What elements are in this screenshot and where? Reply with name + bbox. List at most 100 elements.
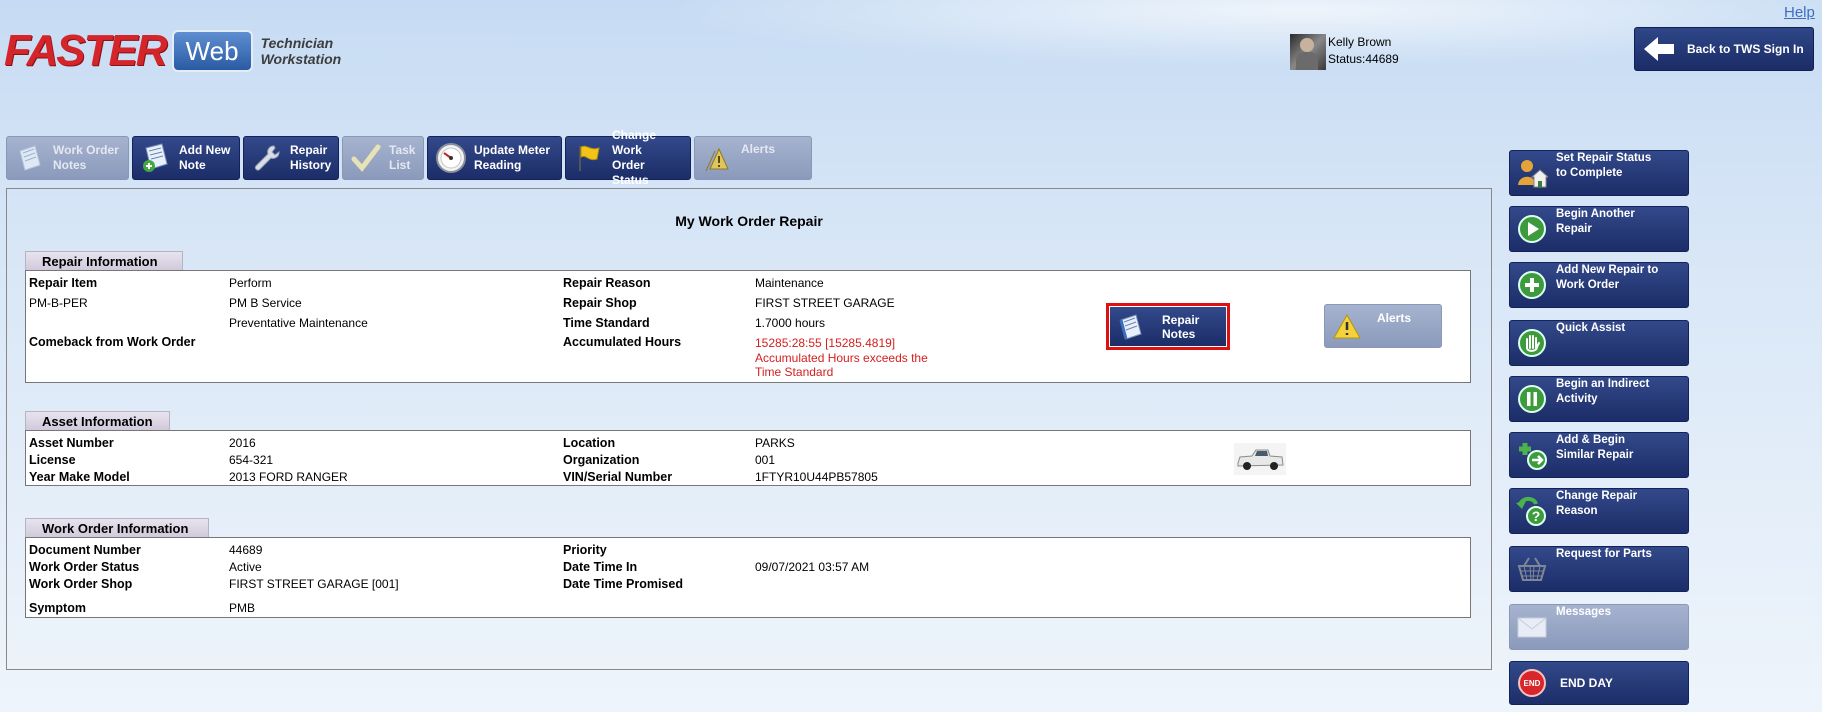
date-time-in-value: 09/07/2021 03:57 AM: [755, 560, 870, 574]
license-value: 654-321: [229, 453, 274, 467]
update-meter-reading-button[interactable]: Update Meter Reading: [427, 136, 562, 180]
repair-shop-label: Repair Shop: [563, 296, 637, 310]
repair-service: PM B Service: [229, 296, 302, 310]
license-label: License: [29, 453, 76, 467]
toolbar-label: Task: [389, 143, 416, 157]
side-button-label: Begin Another: [1556, 208, 1635, 220]
add-begin-similar-repair-button[interactable]: Add & Begin Similar Repair: [1509, 432, 1689, 478]
user-info: Kelly Brown Status:44689: [1290, 34, 1399, 70]
work-order-notes-button[interactable]: Work Order Notes: [6, 136, 129, 180]
add-new-repair-button[interactable]: Add New Repair to Work Order: [1509, 262, 1689, 308]
back-to-tws-sign-in-button[interactable]: Back to TWS Sign In: [1634, 27, 1814, 71]
work-order-shop-label: Work Order Shop: [29, 577, 133, 591]
repair-notes-label: Notes: [1162, 326, 1196, 341]
logo-subtitle-line2: Workstation: [260, 50, 342, 67]
accumulated-hours-value: 15285:28:55 [15285.4819]: [755, 336, 896, 350]
side-button-label: to Complete: [1556, 167, 1623, 179]
task-list-button[interactable]: Task List: [342, 136, 424, 180]
end-day-button[interactable]: END END DAY: [1509, 661, 1689, 705]
repair-shop-value: FIRST STREET GARAGE: [755, 296, 895, 310]
toolbar-label: History: [290, 158, 332, 172]
side-button-label: END DAY: [1560, 675, 1613, 690]
work-order-information-section: Document Number 44689 Work Order Status …: [25, 537, 1471, 618]
toolbar-label: Add New: [179, 143, 231, 157]
help-link[interactable]: Help: [1784, 4, 1815, 21]
date-time-promised-label: Date Time Promised: [563, 577, 683, 591]
repair-alerts-button[interactable]: Alerts: [1324, 304, 1442, 348]
repair-notes-label: Repair: [1162, 312, 1200, 327]
toolbar-label: Order Status: [612, 158, 649, 187]
status-complete-icon: [1514, 155, 1550, 191]
pause-icon: [1514, 381, 1550, 417]
asset-information-tab: Asset Information: [25, 411, 170, 431]
alerts-toolbar-button[interactable]: Alerts: [694, 136, 812, 180]
organization-value: 001: [755, 453, 776, 467]
vin-value: 1FTYR10U44PB57805: [755, 470, 878, 484]
document-number-label: Document Number: [29, 543, 141, 557]
side-button-label: Messages: [1556, 606, 1611, 618]
repair-code: PM-B-PER: [29, 296, 88, 310]
repair-item-value: Perform: [229, 276, 272, 290]
quick-assist-button[interactable]: Quick Assist: [1509, 320, 1689, 366]
asset-number-label: Asset Number: [29, 436, 114, 450]
repair-item-label: Repair Item: [29, 276, 98, 290]
repair-service-description: Preventative Maintenance: [229, 316, 368, 330]
side-button-label: Add New Repair to: [1556, 264, 1659, 276]
toolbar-label: Notes: [53, 158, 87, 172]
hand-icon: [1514, 325, 1550, 361]
side-button-label: Similar Repair: [1556, 449, 1634, 461]
location-value: PARKS: [755, 436, 795, 450]
priority-label: Priority: [563, 543, 607, 557]
work-order-shop-value: FIRST STREET GARAGE [001]: [229, 577, 399, 591]
side-button-label: Reason: [1556, 505, 1598, 517]
add-new-note-button[interactable]: Add New Note: [132, 136, 240, 180]
repair-alerts-label: Alerts: [1377, 311, 1412, 325]
symptom-label: Symptom: [29, 601, 86, 615]
time-standard-label: Time Standard: [563, 316, 650, 330]
gauge-icon: [432, 140, 470, 176]
accumulated-hours-warning: Time Standard: [755, 365, 834, 379]
change-repair-reason-button[interactable]: ? Change Repair Reason: [1509, 488, 1689, 534]
logo-web: Web: [171, 29, 253, 72]
plus-icon: [1514, 267, 1550, 303]
repair-notes-button[interactable]: Repair Notes: [1106, 303, 1230, 350]
back-arrow-icon: [1641, 32, 1677, 66]
side-button-label: Work Order: [1556, 279, 1620, 291]
side-button-label: Quick Assist: [1556, 322, 1626, 334]
asset-number-value: 2016: [229, 436, 256, 450]
organization-label: Organization: [563, 453, 640, 467]
year-make-model-value: 2013 FORD RANGER: [229, 470, 348, 484]
warning-icon: [699, 140, 737, 176]
warning-icon: [1331, 311, 1363, 341]
user-name: Kelly Brown: [1328, 35, 1392, 49]
messages-button[interactable]: Messages: [1509, 604, 1689, 650]
side-button-label: Request for Parts: [1556, 548, 1652, 560]
side-button-label: Change Repair: [1556, 490, 1638, 502]
side-button-label: Add & Begin: [1556, 434, 1625, 446]
repair-information-tab: Repair Information: [25, 251, 183, 271]
work-order-repair-panel: My Work Order Repair Repair Information …: [6, 188, 1492, 670]
side-button-label: Activity: [1556, 393, 1598, 405]
user-status: Status:44689: [1328, 52, 1399, 66]
document-number-value: 44689: [229, 543, 263, 557]
end-day-badge: END: [1523, 678, 1541, 688]
symptom-value: PMB: [229, 601, 256, 615]
request-for-parts-button[interactable]: Request for Parts: [1509, 546, 1689, 592]
add-note-icon: [137, 140, 175, 176]
vin-label: VIN/Serial Number: [563, 470, 673, 484]
notes-icon: [1114, 310, 1148, 344]
accumulated-hours-label: Accumulated Hours: [563, 335, 682, 349]
repair-history-button[interactable]: Repair History: [243, 136, 339, 180]
toolbar: Work Order Notes Add New Note Repair Histor…: [6, 128, 812, 187]
begin-another-repair-button[interactable]: Begin Another Repair: [1509, 206, 1689, 252]
set-repair-status-complete-button[interactable]: Set Repair Status to Complete: [1509, 150, 1689, 196]
logo-subtitle-line1: Technician: [260, 34, 334, 51]
begin-indirect-activity-button[interactable]: Begin an Indirect Activity: [1509, 376, 1689, 422]
checkmark-icon: [347, 140, 385, 176]
side-button-label: Set Repair Status: [1556, 152, 1652, 164]
change-work-order-status-button[interactable]: Change Work Order Status: [565, 128, 691, 187]
vehicle-thumbnail: [1234, 443, 1286, 475]
accumulated-hours-warning: Accumulated Hours exceeds the: [755, 351, 928, 365]
toolbar-label: Change Work: [612, 128, 657, 157]
work-order-status-value: Active: [229, 560, 262, 574]
